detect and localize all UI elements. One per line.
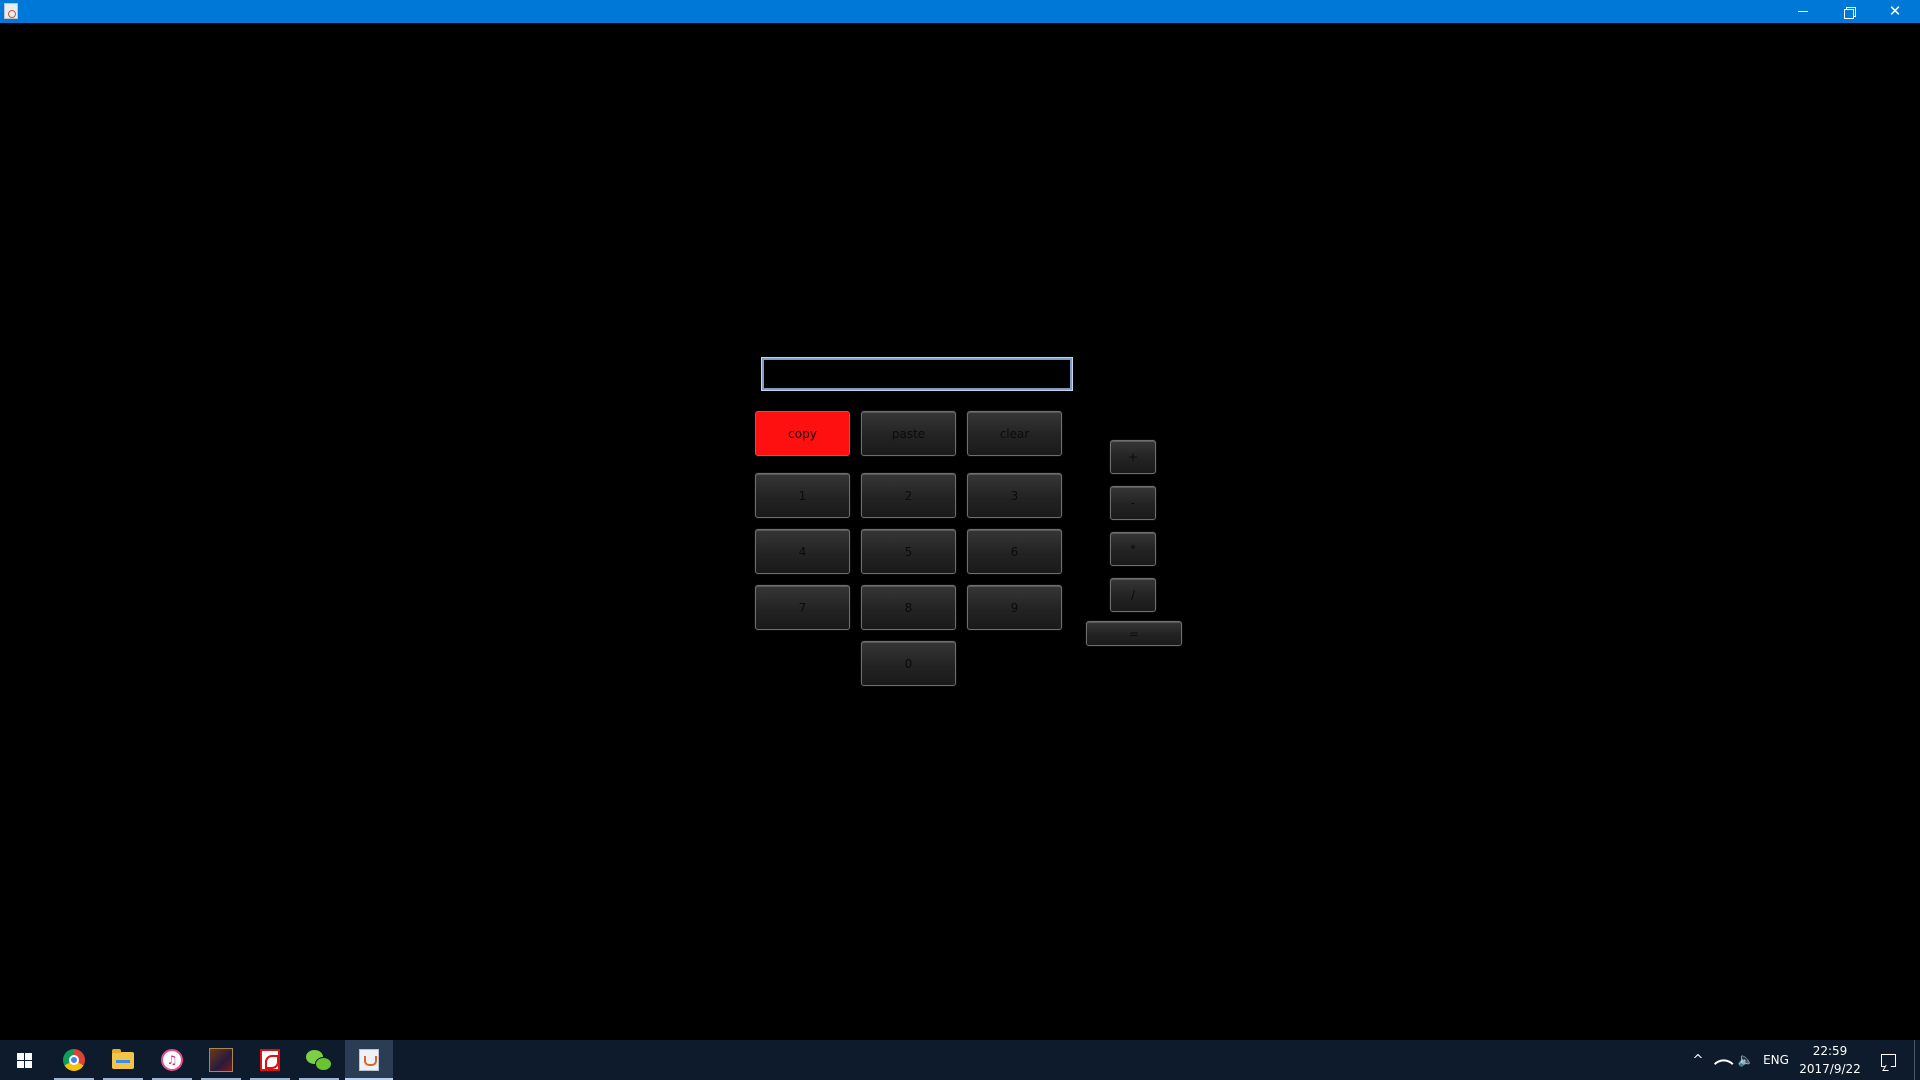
digit-1-button[interactable]: 1 [755, 473, 850, 518]
clock-date: 2017/9/22 [1799, 1062, 1861, 1076]
taskbar-java[interactable] [345, 1040, 393, 1080]
wechat-icon [306, 1049, 332, 1071]
digit-6-button[interactable]: 6 [967, 529, 1062, 574]
taskbar-file-explorer[interactable] [99, 1040, 147, 1080]
calculator-display[interactable] [761, 357, 1073, 391]
minimize-button[interactable] [1780, 0, 1826, 23]
divide-button[interactable]: / [1110, 578, 1156, 612]
digit-5-button[interactable]: 5 [861, 529, 956, 574]
digit-0-button[interactable]: 0 [861, 641, 956, 686]
subtract-button[interactable]: - [1110, 486, 1156, 520]
windows-logo-icon [16, 1052, 32, 1068]
close-button[interactable]: ✕ [1872, 0, 1918, 23]
digit-3-button[interactable]: 3 [967, 473, 1062, 518]
java-app-icon [4, 3, 18, 19]
start-button[interactable] [0, 1040, 48, 1080]
java-icon [359, 1049, 379, 1071]
add-button[interactable]: + [1110, 440, 1156, 474]
show-hidden-icons-button[interactable]: ^ [1686, 1040, 1710, 1080]
clock-time: 22:59 [1812, 1044, 1848, 1058]
taskbar-acrobat[interactable] [246, 1040, 294, 1080]
minimize-icon [1798, 11, 1808, 12]
itunes-icon: ♫ [161, 1049, 183, 1071]
digit-8-button[interactable]: 8 [861, 585, 956, 630]
restore-icon [1844, 6, 1856, 19]
digit-4-button[interactable]: 4 [755, 529, 850, 574]
action-center-button[interactable] [1870, 1040, 1906, 1080]
notification-icon [1880, 1053, 1896, 1067]
multiply-button[interactable]: * [1110, 532, 1156, 566]
digit-7-button[interactable]: 7 [755, 585, 850, 630]
chrome-icon [63, 1049, 85, 1071]
close-icon: ✕ [1888, 2, 1902, 20]
digit-9-button[interactable]: 9 [967, 585, 1062, 630]
taskbar-itunes[interactable]: ♫ [148, 1040, 196, 1080]
paste-button[interactable]: paste [861, 411, 956, 456]
volume-button[interactable]: 🔈 [1734, 1040, 1758, 1080]
network-button[interactable] [1710, 1040, 1736, 1080]
input-language-button[interactable]: ENG [1758, 1040, 1794, 1080]
folder-icon [112, 1048, 134, 1069]
pdf-icon [260, 1049, 280, 1071]
equals-button[interactable]: = [1086, 621, 1182, 646]
taskbar-chrome[interactable] [50, 1040, 98, 1080]
digit-2-button[interactable]: 2 [861, 473, 956, 518]
copy-button[interactable]: copy [755, 411, 850, 456]
taskbar-wechat[interactable] [295, 1040, 343, 1080]
taskbar: ♫ ^ 🔈 ENG 22:59 2017/9/22 [0, 1040, 1920, 1080]
clock-button[interactable]: 22:59 2017/9/22 [1790, 1040, 1870, 1080]
clear-button[interactable]: clear [967, 411, 1062, 456]
window-titlebar[interactable]: ✕ [0, 0, 1920, 23]
restore-button[interactable] [1826, 0, 1872, 23]
chevron-up-icon: ^ [1692, 1052, 1704, 1068]
game-icon [209, 1048, 233, 1072]
volume-icon: 🔈 [1737, 1052, 1755, 1068]
wifi-icon [1713, 1053, 1734, 1074]
taskbar-game[interactable] [197, 1040, 245, 1080]
language-label: ENG [1763, 1053, 1789, 1067]
show-desktop-button[interactable] [1914, 1040, 1920, 1080]
